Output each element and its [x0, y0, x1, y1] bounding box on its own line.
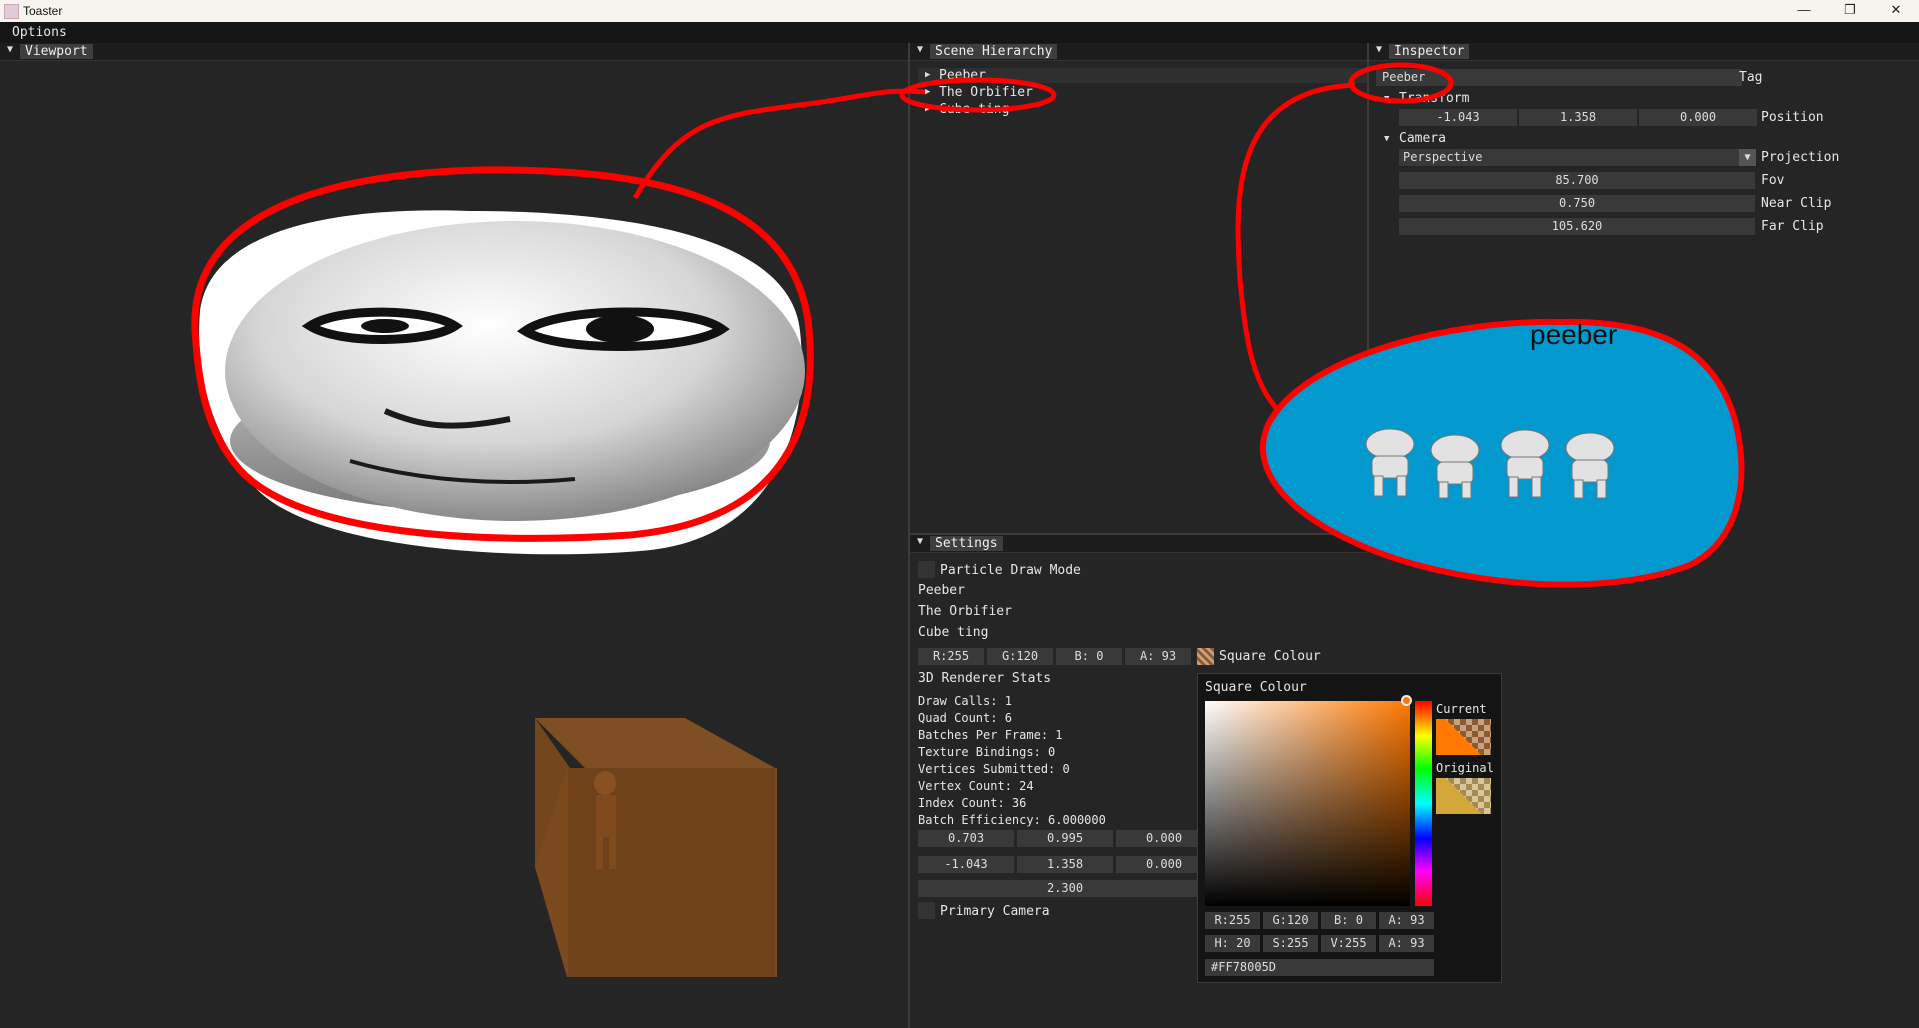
stat-vertices-submitted: Vertices Submitted: 0 [918, 762, 1070, 776]
picker-b-field[interactable]: B: 0 [1321, 912, 1376, 929]
expand-icon[interactable]: ▶ [925, 104, 930, 114]
current-color-swatch [1436, 719, 1491, 755]
expand-icon[interactable]: ▶ [925, 70, 930, 80]
viewport-canvas[interactable] [0, 61, 908, 1028]
inspector-header: ▼ Inspector [1369, 43, 1919, 61]
fov-label: Fov [1761, 173, 1785, 188]
scene-hierarchy-header: ▼ Scene Hierarchy [910, 43, 1367, 61]
hue-slider[interactable] [1415, 701, 1432, 906]
entity-name-input[interactable]: Peeber [1376, 69, 1742, 86]
particle-draw-mode-label: Particle Draw Mode [940, 563, 1081, 578]
stat-draw-calls: Draw Calls: 1 [918, 694, 1012, 708]
picker-r-field[interactable]: R:255 [1205, 912, 1260, 929]
hierarchy-item-cube-ting[interactable]: Cube ting [939, 102, 1009, 117]
square-colour-swatch[interactable] [1197, 648, 1214, 665]
vector-field[interactable]: -1.043 [918, 856, 1014, 873]
color-picker-title: Square Colour [1205, 680, 1307, 695]
scene-hierarchy-panel: ▼ Scene Hierarchy ▶ Peeber ▶ The Orbifie… [910, 43, 1367, 531]
saturation-value-square[interactable] [1205, 701, 1410, 906]
square-colour-g-field[interactable]: G:120 [987, 648, 1053, 665]
entity-label: Peeber [918, 583, 965, 598]
tab-viewport[interactable]: Viewport [20, 44, 93, 59]
original-color-swatch[interactable] [1436, 778, 1491, 814]
viewport-panel: ▼ Viewport [0, 43, 908, 1028]
camera-section-header[interactable]: Camera [1399, 131, 1446, 146]
minimize-button[interactable]: — [1781, 0, 1827, 22]
stats-title: 3D Renderer Stats [918, 671, 1052, 686]
stat-quad-count: Quad Count: 6 [918, 711, 1012, 725]
stat-batch-efficiency: Batch Efficiency: 6.000000 [918, 813, 1106, 827]
app-icon [4, 4, 19, 19]
picker-g-field[interactable]: G:120 [1263, 912, 1318, 929]
entity-label: The Orbifier [918, 604, 1012, 619]
maximize-button[interactable]: ❐ [1827, 0, 1873, 22]
projection-label: Projection [1761, 150, 1840, 165]
window-titlebar: Toaster — ❐ ✕ [0, 0, 1919, 22]
current-color-label: Current [1436, 702, 1487, 716]
square-colour-a-field[interactable]: A: 93 [1125, 648, 1191, 665]
color-picker-handle[interactable] [1401, 695, 1412, 706]
tag-label: Tag [1739, 70, 1763, 85]
picker-alpha-field[interactable]: A: 93 [1379, 935, 1434, 952]
settings-header: ▼ Settings [910, 535, 1367, 553]
transform-collapse-icon[interactable]: ▼ [1384, 94, 1389, 104]
picker-s-field[interactable]: S:255 [1263, 935, 1318, 952]
picker-v-field[interactable]: V:255 [1321, 935, 1376, 952]
collapse-icon[interactable]: ▼ [7, 44, 13, 55]
collapse-icon[interactable]: ▼ [1376, 44, 1382, 55]
particle-draw-mode-checkbox[interactable] [918, 561, 935, 578]
position-label: Position [1761, 110, 1824, 125]
tab-settings[interactable]: Settings [930, 536, 1003, 551]
square-colour-label: Square Colour [1219, 649, 1321, 664]
tab-scene-hierarchy[interactable]: Scene Hierarchy [930, 44, 1058, 59]
close-button[interactable]: ✕ [1873, 0, 1919, 22]
far-clip-field[interactable]: 105.620 [1399, 218, 1755, 235]
vector-field[interactable]: 0.703 [918, 830, 1014, 847]
position-y-field[interactable]: 1.358 [1519, 109, 1637, 126]
stat-index-count: Index Count: 36 [918, 796, 1027, 810]
original-color-label: Original [1436, 761, 1494, 775]
expand-icon[interactable]: ▶ [925, 87, 930, 97]
vector-field[interactable]: 0.995 [1017, 830, 1113, 847]
square-colour-r-field[interactable]: R:255 [918, 648, 984, 665]
picker-h-field[interactable]: H: 20 [1205, 935, 1260, 952]
dropdown-arrow-icon[interactable]: ▼ [1739, 149, 1756, 166]
picker-a-field[interactable]: A: 93 [1379, 912, 1434, 929]
near-clip-label: Near Clip [1761, 196, 1832, 211]
tab-inspector[interactable]: Inspector [1389, 44, 1470, 59]
cube-top [535, 718, 775, 768]
viewport-header: ▼ Viewport [0, 43, 908, 61]
hierarchy-item-peeber[interactable]: Peeber [939, 68, 986, 83]
vector-field[interactable]: 1.358 [1017, 856, 1113, 873]
stat-batches-per-frame: Batches Per Frame: 1 [918, 728, 1063, 742]
menu-bar: Options [0, 22, 1919, 43]
camera-collapse-icon[interactable]: ▼ [1384, 134, 1389, 144]
near-clip-field[interactable]: 0.750 [1399, 195, 1755, 212]
position-z-field[interactable]: 0.000 [1639, 109, 1757, 126]
hierarchy-item-the-orbifier[interactable]: The Orbifier [939, 85, 1033, 100]
collapse-icon[interactable]: ▼ [917, 536, 923, 547]
menu-options[interactable]: Options [12, 25, 67, 40]
square-colour-b-field[interactable]: B: 0 [1056, 648, 1122, 665]
color-picker-popup: Square Colour Current Original R:255 G:1… [1197, 673, 1502, 983]
transform-section-header[interactable]: Transform [1399, 91, 1469, 106]
stat-vertex-count: Vertex Count: 24 [918, 779, 1034, 793]
scalar-field[interactable]: 2.300 [918, 880, 1212, 897]
fov-field[interactable]: 85.700 [1399, 172, 1755, 189]
projection-dropdown[interactable]: Perspective [1399, 149, 1753, 166]
entity-label: Cube ting [918, 625, 989, 640]
position-x-field[interactable]: -1.043 [1399, 109, 1517, 126]
primary-camera-checkbox[interactable] [918, 902, 935, 919]
far-clip-label: Far Clip [1761, 219, 1824, 234]
picker-hex-input[interactable]: #FF78005D [1205, 959, 1434, 976]
window-title: Toaster [23, 4, 63, 18]
head-model [225, 221, 805, 521]
primary-camera-label: Primary Camera [940, 904, 1050, 919]
collapse-icon[interactable]: ▼ [917, 44, 923, 55]
stat-texture-bindings: Texture Bindings: 0 [918, 745, 1056, 759]
